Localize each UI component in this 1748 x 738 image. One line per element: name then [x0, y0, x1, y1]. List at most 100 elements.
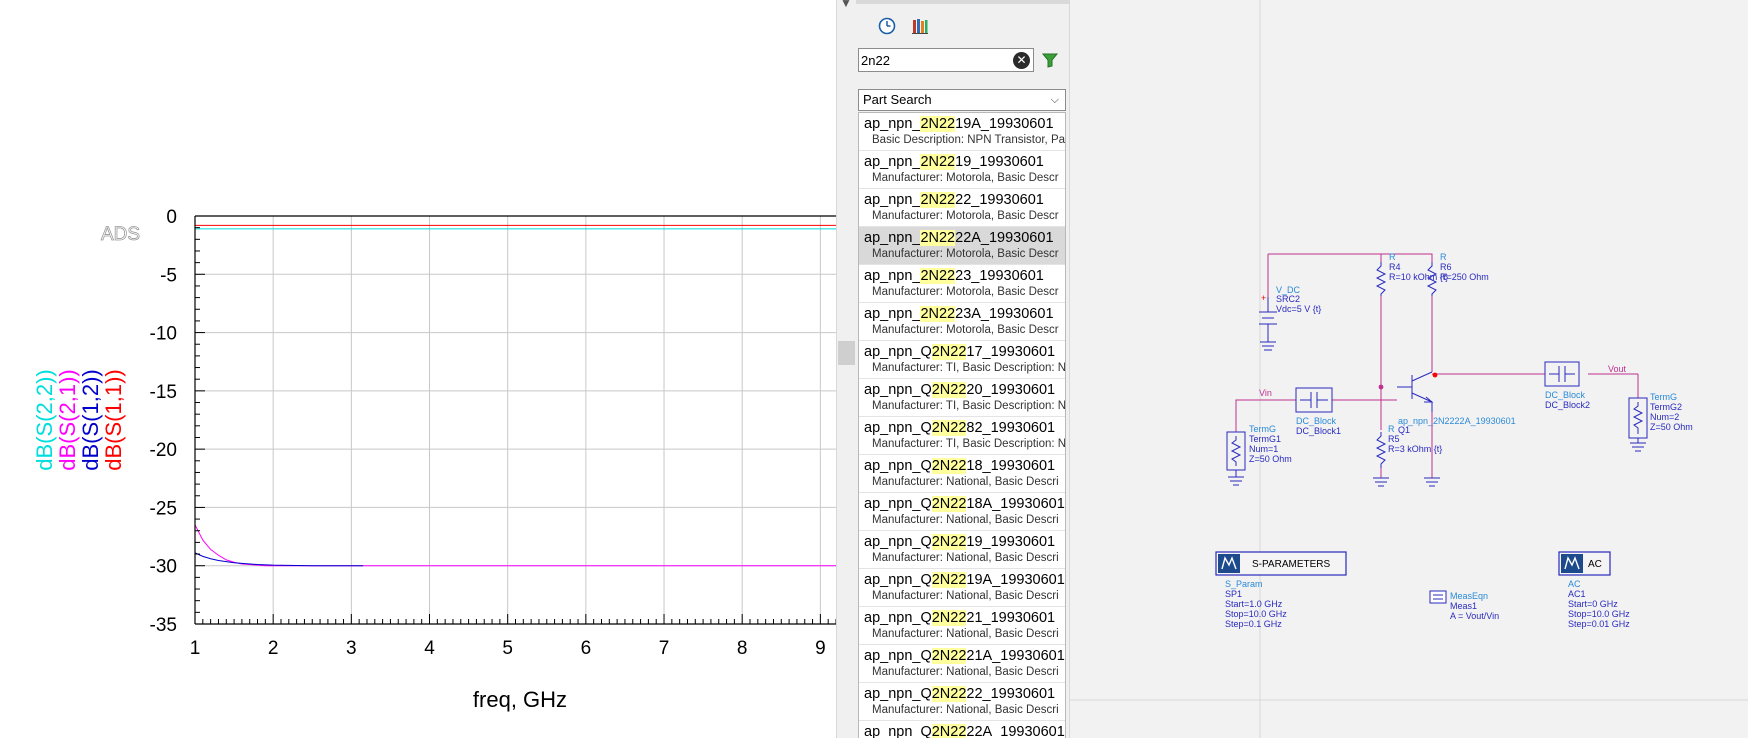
- part-name-prefix: ap_npn_Q: [864, 344, 932, 360]
- part-name: ap_npn_Q2N2221_19930601: [864, 610, 1055, 626]
- part-name-prefix: ap_npn_: [864, 116, 921, 132]
- part-list-item[interactable]: ap_npn_Q2N2217_19930601 Manufacturer: TI,…: [859, 341, 1065, 379]
- part-name-suffix: 23A_19930601: [955, 306, 1054, 322]
- clear-search-icon[interactable]: ✕: [1013, 52, 1030, 69]
- part-name-suffix: 19_19930601: [966, 534, 1056, 550]
- ac-name: AC1: [1568, 589, 1586, 599]
- resistor-r4[interactable]: [1375, 262, 1387, 296]
- part-name-suffix: 20_19930601: [966, 382, 1056, 398]
- part-list-item[interactable]: ap_npn_Q2N2221_19930601 Manufacturer: Nat…: [859, 607, 1065, 645]
- part-name: ap_npn_Q2N2217_19930601: [864, 344, 1055, 360]
- part-name-suffix: 23_19930601: [955, 268, 1044, 284]
- part-list-item[interactable]: ap_npn_Q2N2282_19930601 Manufacturer: TI,…: [859, 417, 1065, 455]
- part-list-item[interactable]: ap_npn_2N2222_19930601 Manufacturer: Moto…: [859, 189, 1065, 227]
- part-results-list[interactable]: ap_npn_2N2219A_19930601 Basic Description…: [858, 112, 1066, 738]
- x-tick-label: 9: [815, 638, 826, 659]
- part-list-item[interactable]: ap_npn_2N2219A_19930601 Basic Description…: [859, 113, 1065, 151]
- dc-block-2[interactable]: [1544, 361, 1580, 387]
- part-search-field[interactable]: ✕: [858, 48, 1034, 72]
- ground-symbol: [1373, 477, 1389, 487]
- part-description: Manufacturer: National, Basic Descri: [872, 476, 1059, 488]
- series-line: [194, 524, 836, 567]
- dcb2-name: DC_Block2: [1545, 400, 1590, 410]
- meas-name: Meas1: [1450, 601, 1477, 611]
- ground-symbol: [1228, 476, 1244, 486]
- q1-name: Q1: [1398, 425, 1410, 435]
- part-list-item[interactable]: ap_npn_Q2N2221A_19930601 Manufacturer: Na…: [859, 645, 1065, 683]
- part-list-item[interactable]: ap_npn_Q2N2222A_19930601: [859, 721, 1065, 738]
- part-name-suffix: 18_19930601: [966, 458, 1056, 474]
- part-list-item[interactable]: ap_npn_Q2N2219_19930601 Manufacturer: Nat…: [859, 531, 1065, 569]
- schematic-canvas[interactable]: + V_DC SRC2 Vdc=5 V {t} R R4 R=10 kOhm {…: [1070, 0, 1748, 738]
- part-name: ap_npn_Q2N2218_19930601: [864, 458, 1055, 474]
- plot-window: 1 2 3 4 5 6 7 8 9 0 -5 -10 -15 -20 -25 -30 -35 ADS freq,…: [0, 0, 836, 738]
- search-match-highlight: 2N22: [920, 154, 956, 170]
- part-name: ap_npn_2N2223A_19930601: [864, 306, 1054, 322]
- search-mode-dropdown[interactable]: Part Search ⌵: [858, 89, 1066, 111]
- transistor-q1[interactable]: [1397, 371, 1434, 412]
- part-name-suffix: 22A_19930601: [955, 230, 1054, 246]
- collapse-arrow-icon[interactable]: ▼: [840, 0, 852, 10]
- part-list-item[interactable]: ap_npn_2N2219_19930601 Manufacturer: Moto…: [859, 151, 1065, 189]
- schematic-drawing: + V_DC SRC2 Vdc=5 V {t} R R4 R=10 kOhm {…: [1070, 0, 1748, 738]
- part-name-prefix: ap_npn_Q: [864, 420, 932, 436]
- s-parameters-controller[interactable]: S-PARAMETERS: [1215, 551, 1347, 576]
- search-match-highlight: 2N22: [920, 116, 956, 132]
- recent-history-button[interactable]: [875, 14, 899, 38]
- search-match-highlight: 2N22: [920, 230, 956, 246]
- term2-name: TermG2: [1650, 402, 1682, 412]
- resistor-r5[interactable]: [1375, 432, 1387, 468]
- part-description: Manufacturer: National, Basic Descri: [872, 552, 1059, 564]
- part-list-item[interactable]: ap_npn_2N2223_19930601 Manufacturer: Moto…: [859, 265, 1065, 303]
- ac-controller[interactable]: AC: [1558, 551, 1611, 576]
- filter-button[interactable]: [1041, 51, 1059, 69]
- part-list-item[interactable]: ap_npn_Q2N2219A_19930601 Manufacturer: Na…: [859, 569, 1065, 607]
- library-button[interactable]: [908, 14, 932, 38]
- term2-num: Num=2: [1650, 412, 1679, 422]
- term1-z: Z=50 Ohm: [1249, 454, 1292, 464]
- part-list-item[interactable]: ap_npn_Q2N2222_19930601 Manufacturer: Nat…: [859, 683, 1065, 721]
- search-match-highlight: 2N22: [931, 610, 967, 626]
- vdc-source[interactable]: [1259, 297, 1277, 351]
- part-list-item[interactable]: ap_npn_Q2N2220_19930601 Manufacturer: TI,…: [859, 379, 1065, 417]
- vin-label: Vin: [1259, 388, 1272, 398]
- splitter-grip[interactable]: [838, 341, 855, 365]
- ac-step: Step=0.01 GHz: [1568, 619, 1630, 629]
- part-list-item[interactable]: ap_npn_Q2N2218A_19930601 Manufacturer: Na…: [859, 493, 1065, 531]
- r4-type: R: [1389, 252, 1396, 262]
- dc-block-1[interactable]: [1295, 387, 1333, 413]
- search-input[interactable]: [861, 51, 1001, 69]
- part-name-suffix: 22_19930601: [966, 686, 1056, 702]
- search-match-highlight: 2N22: [931, 648, 967, 664]
- vdc-value: Vdc=5 V {t}: [1276, 304, 1321, 314]
- part-name-prefix: ap_npn_Q: [864, 382, 932, 398]
- part-description: Manufacturer: National, Basic Descri: [872, 666, 1059, 678]
- part-description: Manufacturer: Motorola, Basic Descr: [872, 210, 1059, 222]
- legend-entry: dB(S(2,2)): [32, 369, 57, 470]
- part-name-suffix: 22A_19930601: [966, 724, 1065, 738]
- term2-type: TermG: [1650, 392, 1677, 402]
- meas-eqn-icon[interactable]: [1429, 590, 1447, 604]
- part-description: Manufacturer: TI, Basic Description: N: [872, 438, 1065, 450]
- part-name: ap_npn_Q2N2222A_19930601: [864, 724, 1065, 738]
- sparam-name: SP1: [1225, 589, 1242, 599]
- port-term-1[interactable]: [1226, 431, 1246, 477]
- part-list-item[interactable]: ap_npn_2N2222A_19930601 Manufacturer: Mot…: [859, 227, 1065, 265]
- search-match-highlight: 2N22: [931, 458, 967, 474]
- part-name-prefix: ap_npn_: [864, 230, 921, 246]
- component-library-panel: ✕ Part Search ⌵ ap_npn_2N2219A_19930601B…: [856, 0, 1070, 738]
- part-list-item[interactable]: ap_npn_2N2223A_19930601 Manufacturer: Mot…: [859, 303, 1065, 341]
- x-tick-label: 1: [190, 638, 201, 659]
- part-list-item[interactable]: ap_npn_Q2N2218_19930601 Manufacturer: Nat…: [859, 455, 1065, 493]
- panel-splitter[interactable]: ▼: [836, 0, 857, 738]
- x-tick-label: 4: [424, 638, 435, 659]
- part-description: Manufacturer: National, Basic Descri: [872, 704, 1059, 716]
- search-match-highlight: 2N22: [931, 572, 967, 588]
- search-match-highlight: 2N22: [931, 496, 967, 512]
- ground-symbol: [1424, 477, 1440, 487]
- part-name-prefix: ap_npn_Q: [864, 534, 932, 550]
- port-term-2[interactable]: [1628, 397, 1648, 443]
- y-tick-label: -20: [150, 440, 177, 461]
- y-tick-label: -15: [150, 382, 177, 403]
- part-name: ap_npn_Q2N2282_19930601: [864, 420, 1055, 436]
